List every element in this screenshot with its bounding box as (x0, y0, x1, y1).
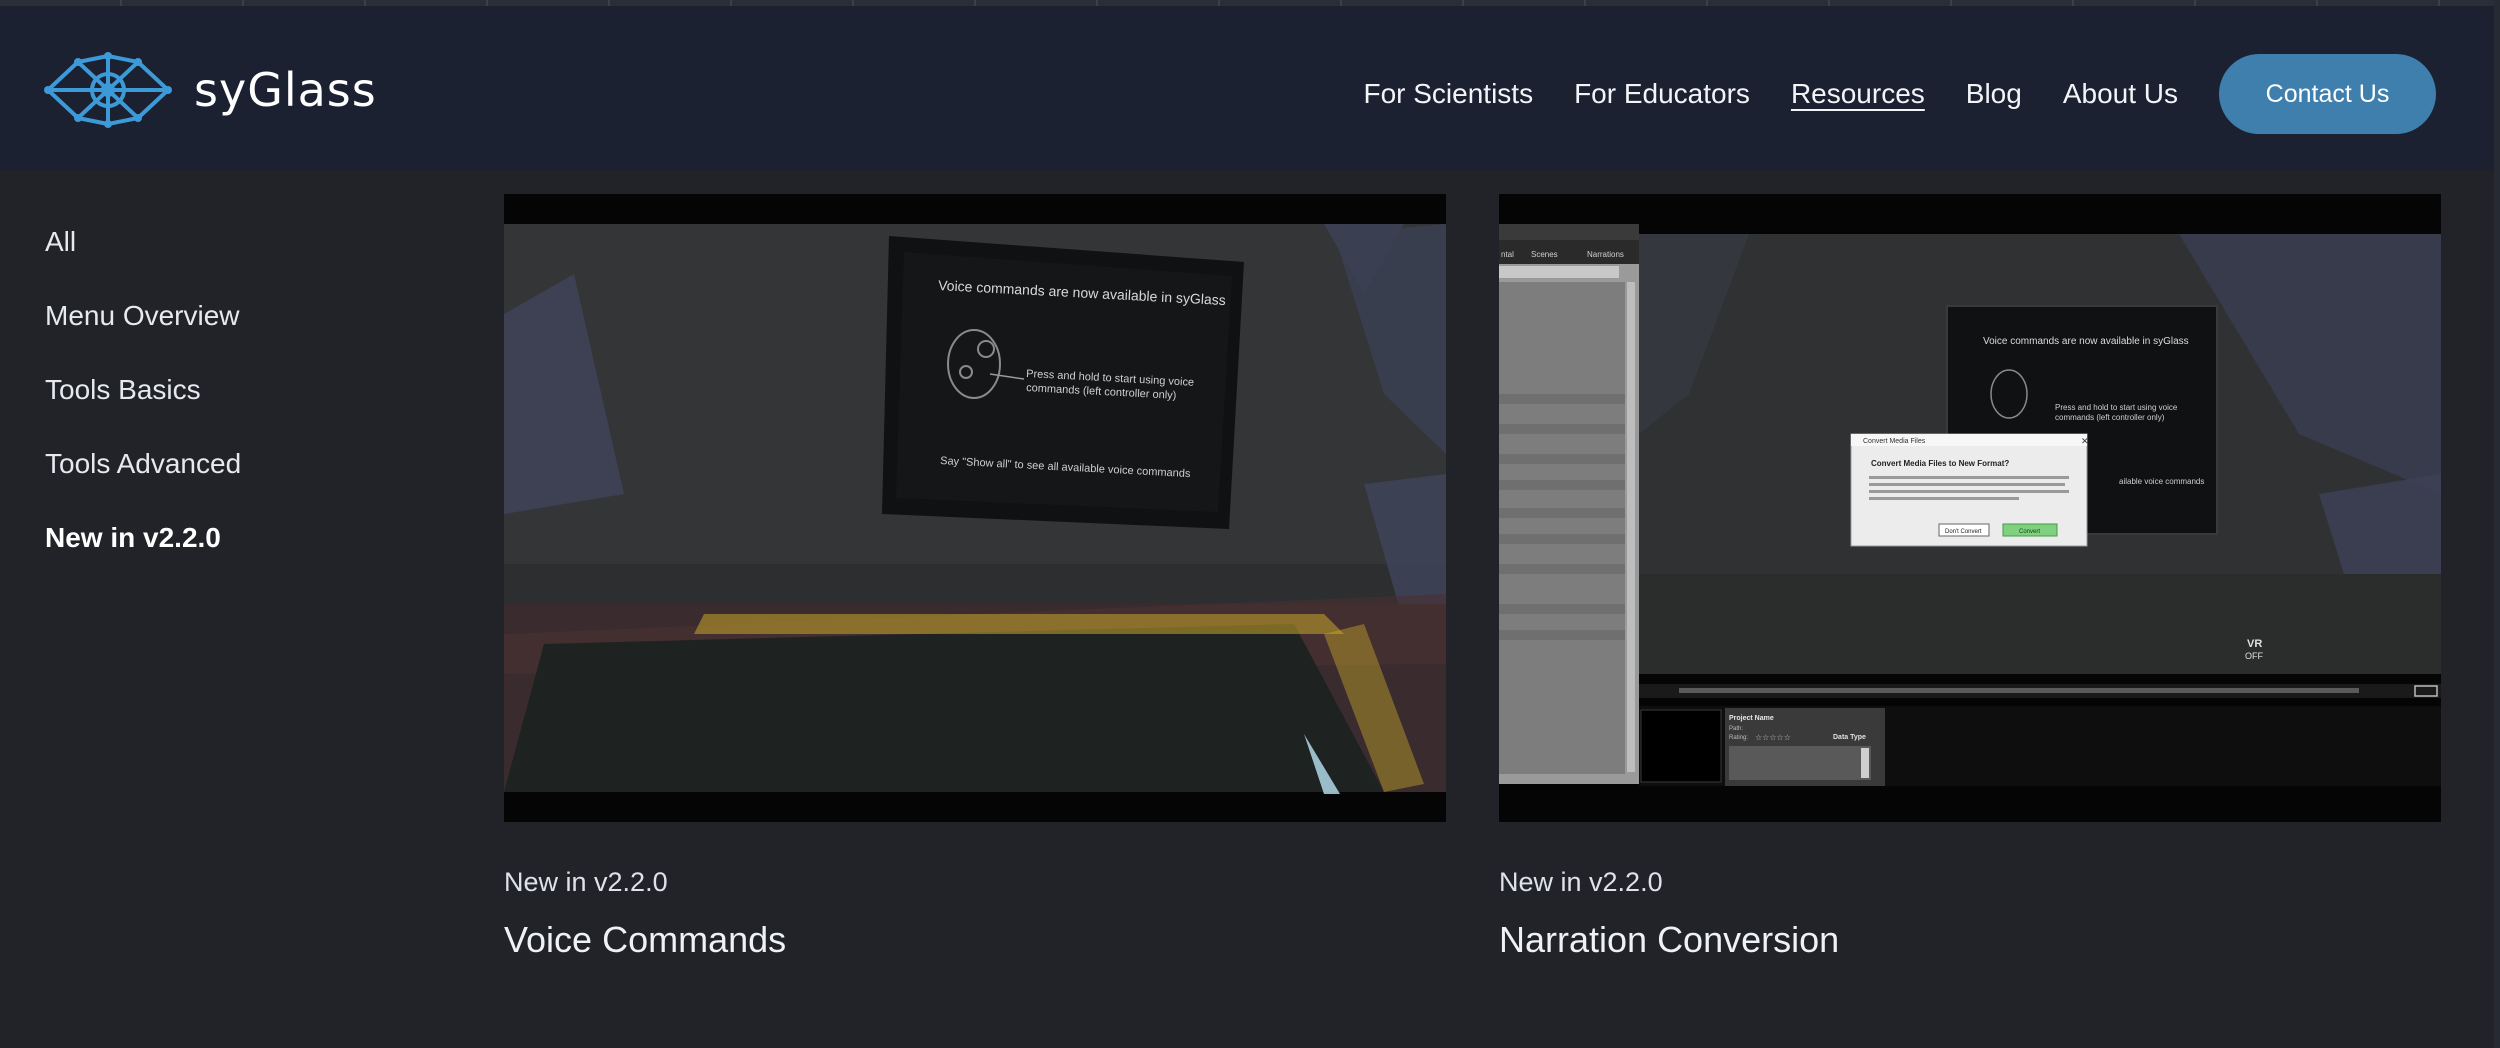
app-screenshot-image: ntal Scenes Narrations Voice commands ar… (1499, 194, 2441, 822)
nav-resources[interactable]: Resources (1791, 78, 1925, 110)
video-thumbnail[interactable]: ntal Scenes Narrations Voice commands ar… (1499, 194, 2441, 822)
nav-blog[interactable]: Blog (1966, 78, 2022, 110)
sidebar-item-new-in-v220[interactable]: New in v2.2.0 (45, 518, 241, 592)
rating-label: Rating: (1729, 735, 1748, 741)
path-label: Path: (1729, 726, 1743, 732)
screen-line-2: commands (left controller only) (2055, 413, 2165, 422)
vr-label: VR (2247, 638, 2262, 650)
screen-heading: Voice commands are now available in syGl… (1983, 336, 2189, 347)
card-title[interactable]: Narration Conversion (1499, 918, 2441, 962)
data-type-label: Data Type (1833, 734, 1866, 741)
sidebar-item-tools-basics[interactable]: Tools Basics (45, 370, 241, 444)
card-category-tag: New in v2.2.0 (504, 867, 668, 897)
svg-text:Don't Convert: Don't Convert (1945, 529, 1982, 535)
screen-line-1: Press and hold to start using voice (2055, 403, 2178, 412)
syglass-logo-icon (44, 52, 172, 128)
video-card-narration-conversion: ntal Scenes Narrations Voice commands ar… (1499, 194, 2441, 962)
dialog-title: Convert Media Files (1863, 438, 1926, 445)
project-name-label: Project Name (1729, 715, 1774, 722)
card-category-tag: New in v2.2.0 (1499, 867, 1663, 897)
screen-footer: ailable voice commands (2119, 477, 2204, 486)
nav-about-us[interactable]: About Us (2063, 78, 2178, 110)
svg-text:Convert: Convert (2019, 529, 2040, 535)
panel-tab-3: Narrations (1587, 250, 1624, 259)
nav-for-educators[interactable]: For Educators (1574, 78, 1750, 110)
vr-scene-image: Voice commands are now available in syGl… (504, 194, 1446, 822)
rating-stars-icon[interactable]: ☆☆☆☆☆ (1755, 733, 1791, 742)
video-card-voice-commands: Voice commands are now available in syGl… (504, 194, 1446, 962)
contact-us-button[interactable]: Contact Us (2219, 54, 2436, 134)
sidebar-item-tools-advanced[interactable]: Tools Advanced (45, 444, 241, 518)
card-title[interactable]: Voice Commands (504, 918, 1446, 962)
video-thumbnail[interactable]: Voice commands are now available in syGl… (504, 194, 1446, 822)
svg-text:✕: ✕ (2081, 436, 2089, 446)
page-scrollbar[interactable] (2494, 0, 2500, 1048)
panel-tab-2: Scenes (1531, 250, 1558, 259)
nav-for-scientists[interactable]: For Scientists (1363, 78, 1533, 110)
brand-logo[interactable]: syGlass (44, 52, 377, 128)
main-nav: For Scientists For Educators Resources B… (1363, 54, 2436, 134)
category-sidebar: All Menu Overview Tools Basics Tools Adv… (45, 222, 241, 592)
dialog-heading: Convert Media Files to New Format? (1871, 459, 2009, 468)
site-header: syGlass For Scientists For Educators Res… (0, 6, 2494, 170)
sidebar-item-menu-overview[interactable]: Menu Overview (45, 296, 241, 370)
panel-tab-1: ntal (1501, 250, 1514, 259)
vr-state: OFF (2245, 651, 2263, 661)
sidebar-item-all[interactable]: All (45, 222, 241, 296)
brand-name: syGlass (194, 63, 377, 117)
